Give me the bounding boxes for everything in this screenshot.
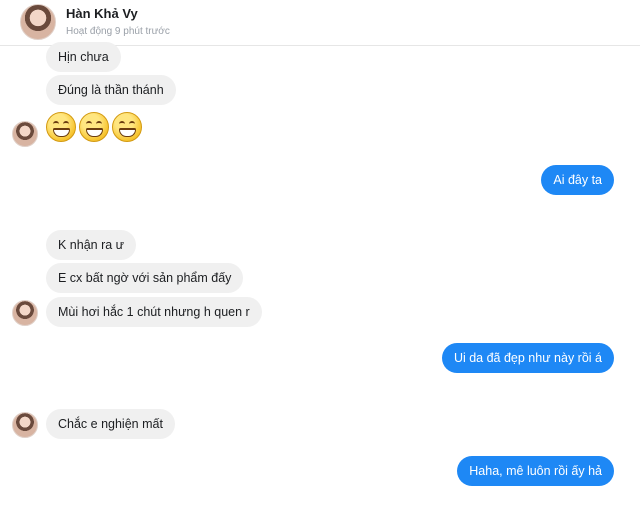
message-incoming: Chắc e nghiện mất <box>46 409 175 439</box>
message-incoming: Đúng là thần thánh <box>46 75 176 105</box>
sender-avatar[interactable] <box>12 121 38 147</box>
sender-avatar[interactable] <box>12 300 38 326</box>
message-incoming: Hịn chưa <box>46 42 121 72</box>
message-outgoing: Ui da đã đẹp như này rồi á <box>441 343 614 373</box>
message-incoming: E cx bất ngờ với sản phẩm đấy <box>46 263 244 293</box>
contact-status: Hoạt động 9 phút trước <box>66 26 170 37</box>
chat-header: Hàn Khả Vy Hoạt động 9 phút trước <box>0 0 640 46</box>
grinning-face-icon <box>46 112 76 142</box>
sender-avatar[interactable] <box>12 412 38 438</box>
message-outgoing: Ai đây ta <box>541 165 614 195</box>
grinning-face-icon <box>112 112 142 142</box>
contact-name[interactable]: Hàn Khả Vy <box>66 6 138 21</box>
grinning-face-icon <box>79 112 109 142</box>
contact-avatar[interactable] <box>20 4 56 40</box>
message-outgoing: Haha, mê luôn rồi ấy hả <box>457 456 614 486</box>
message-incoming: Mùi hơi hắc 1 chút nhưng h quen r <box>46 297 262 327</box>
message-incoming: K nhận ra ư <box>46 230 137 260</box>
